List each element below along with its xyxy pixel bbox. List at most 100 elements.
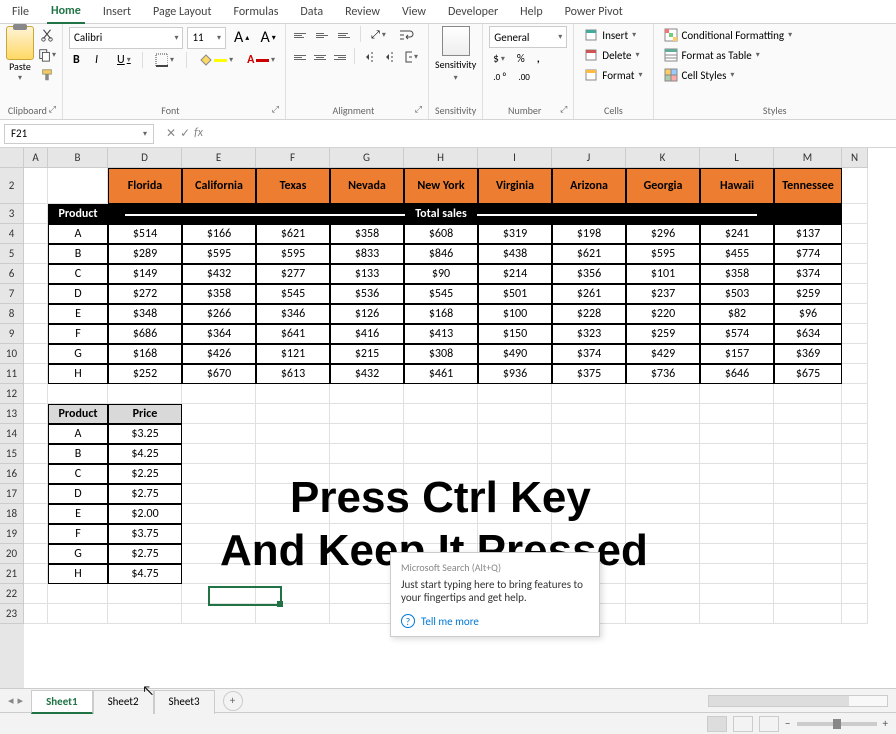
cell-D10[interactable]: $168 bbox=[108, 344, 182, 364]
sheet-tab-sheet1[interactable]: Sheet1 bbox=[31, 690, 93, 714]
tab-power-pivot[interactable]: Power Pivot bbox=[561, 1, 627, 23]
cell-F4[interactable]: $621 bbox=[256, 224, 330, 244]
fill-color-button[interactable]: ▾ bbox=[195, 51, 237, 69]
zoom-in-button[interactable]: + bbox=[883, 717, 888, 730]
row-header-11[interactable]: 11 bbox=[0, 364, 24, 384]
cell-I14[interactable] bbox=[478, 424, 552, 444]
row-header-17[interactable]: 17 bbox=[0, 484, 24, 504]
cell-F15[interactable] bbox=[256, 444, 330, 464]
cell-A19[interactable] bbox=[24, 524, 48, 544]
cell-M3[interactable] bbox=[774, 204, 842, 224]
cell-B14[interactable]: A bbox=[48, 424, 108, 444]
cell-A5[interactable] bbox=[24, 244, 48, 264]
bold-button[interactable]: B bbox=[69, 51, 85, 69]
underline-button[interactable]: U▾ bbox=[113, 51, 134, 69]
row-header-9[interactable]: 9 bbox=[0, 324, 24, 344]
insert-cells-button[interactable]: Insert ▾ bbox=[580, 26, 646, 44]
cell-N3[interactable] bbox=[842, 204, 868, 224]
cell-B11[interactable]: H bbox=[48, 364, 108, 384]
cell-M5[interactable]: $774 bbox=[774, 244, 842, 264]
cell-I2[interactable]: Virginia bbox=[478, 168, 552, 204]
cell-I11[interactable]: $936 bbox=[478, 364, 552, 384]
cell-H3[interactable]: Total sales bbox=[404, 204, 478, 224]
align-center-button[interactable] bbox=[312, 48, 328, 66]
cell-G12[interactable] bbox=[330, 384, 404, 404]
cell-K21[interactable] bbox=[626, 564, 700, 584]
cell-E17[interactable] bbox=[182, 484, 256, 504]
cell-G18[interactable] bbox=[330, 504, 404, 524]
cell-D4[interactable]: $514 bbox=[108, 224, 182, 244]
cell-M23[interactable] bbox=[774, 604, 842, 624]
cell-E18[interactable] bbox=[182, 504, 256, 524]
cell-M4[interactable]: $137 bbox=[774, 224, 842, 244]
number-format-select[interactable]: General▾ bbox=[489, 26, 567, 48]
cell-J14[interactable] bbox=[552, 424, 626, 444]
sensitivity-button[interactable]: Sensitivity bbox=[435, 58, 476, 71]
horizontal-scrollbar[interactable] bbox=[708, 695, 888, 707]
cell-N18[interactable] bbox=[842, 504, 868, 524]
cell-K4[interactable]: $296 bbox=[626, 224, 700, 244]
cell-H16[interactable] bbox=[404, 464, 478, 484]
tab-developer[interactable]: Developer bbox=[444, 1, 502, 23]
cell-A22[interactable] bbox=[24, 584, 48, 604]
cell-N19[interactable] bbox=[842, 524, 868, 544]
cell-K18[interactable] bbox=[626, 504, 700, 524]
cell-J15[interactable] bbox=[552, 444, 626, 464]
row-header-8[interactable]: 8 bbox=[0, 304, 24, 324]
cell-N20[interactable] bbox=[842, 544, 868, 564]
cell-J5[interactable]: $621 bbox=[552, 244, 626, 264]
tab-file[interactable]: File bbox=[8, 1, 33, 23]
cell-B18[interactable]: E bbox=[48, 504, 108, 524]
column-header-D[interactable]: D bbox=[108, 148, 182, 168]
tab-help[interactable]: Help bbox=[516, 1, 547, 23]
cell-A17[interactable] bbox=[24, 484, 48, 504]
cell-I18[interactable] bbox=[478, 504, 552, 524]
cell-L13[interactable] bbox=[700, 404, 774, 424]
cell-M17[interactable] bbox=[774, 484, 842, 504]
cell-F9[interactable]: $641 bbox=[256, 324, 330, 344]
cell-styles-button[interactable]: Cell Styles ▾ bbox=[660, 66, 891, 84]
cell-K12[interactable] bbox=[626, 384, 700, 404]
page-layout-view-button[interactable] bbox=[733, 716, 753, 732]
cell-L21[interactable] bbox=[700, 564, 774, 584]
cell-I7[interactable]: $501 bbox=[478, 284, 552, 304]
cell-N6[interactable] bbox=[842, 264, 868, 284]
cell-D8[interactable]: $348 bbox=[108, 304, 182, 324]
cell-E21[interactable] bbox=[182, 564, 256, 584]
cell-M21[interactable] bbox=[774, 564, 842, 584]
cell-N4[interactable] bbox=[842, 224, 868, 244]
cell-F23[interactable] bbox=[256, 604, 330, 624]
cell-K6[interactable]: $101 bbox=[626, 264, 700, 284]
cell-G4[interactable]: $358 bbox=[330, 224, 404, 244]
column-header-N[interactable]: N bbox=[842, 148, 868, 168]
cell-M15[interactable] bbox=[774, 444, 842, 464]
cell-I17[interactable] bbox=[478, 484, 552, 504]
cell-L2[interactable]: Hawaii bbox=[700, 168, 774, 204]
cell-A4[interactable] bbox=[24, 224, 48, 244]
row-header-21[interactable]: 21 bbox=[0, 564, 24, 584]
cell-F14[interactable] bbox=[256, 424, 330, 444]
cell-K7[interactable]: $237 bbox=[626, 284, 700, 304]
cell-H2[interactable]: New York bbox=[404, 168, 478, 204]
cell-E5[interactable]: $595 bbox=[182, 244, 256, 264]
cell-H7[interactable]: $545 bbox=[404, 284, 478, 304]
delete-cells-button[interactable]: Delete ▾ bbox=[580, 46, 646, 64]
cell-G13[interactable] bbox=[330, 404, 404, 424]
format-as-table-button[interactable]: Format as Table ▾ bbox=[660, 46, 891, 64]
font-color-button[interactable]: A▾ bbox=[243, 51, 279, 69]
cell-A8[interactable] bbox=[24, 304, 48, 324]
cell-A15[interactable] bbox=[24, 444, 48, 464]
cell-B16[interactable]: C bbox=[48, 464, 108, 484]
cell-I13[interactable] bbox=[478, 404, 552, 424]
zoom-out-button[interactable]: − bbox=[785, 717, 790, 730]
cell-M14[interactable] bbox=[774, 424, 842, 444]
cell-H12[interactable] bbox=[404, 384, 478, 404]
cell-D12[interactable] bbox=[108, 384, 182, 404]
cell-D18[interactable]: $2.00 bbox=[108, 504, 182, 524]
cell-L12[interactable] bbox=[700, 384, 774, 404]
tab-page-layout[interactable]: Page Layout bbox=[149, 1, 215, 23]
cell-L9[interactable]: $574 bbox=[700, 324, 774, 344]
cell-B9[interactable]: F bbox=[48, 324, 108, 344]
row-header-7[interactable]: 7 bbox=[0, 284, 24, 304]
cancel-formula-icon[interactable]: ✕ bbox=[166, 126, 176, 141]
